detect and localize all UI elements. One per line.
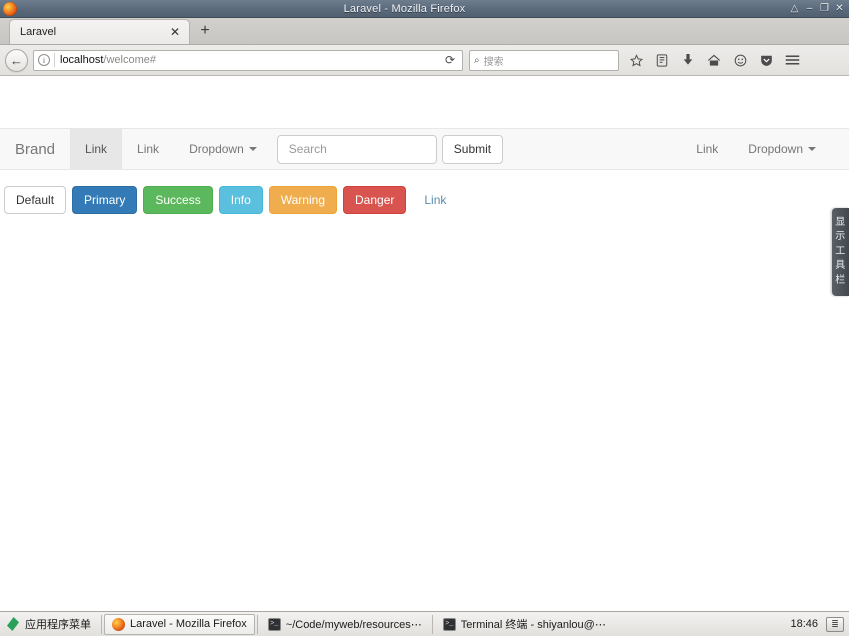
window-shade-button[interactable]: △ <box>788 2 801 16</box>
taskbar-divider <box>256 614 258 634</box>
button-primary[interactable]: Primary <box>72 186 138 214</box>
navbar-brand[interactable]: Brand <box>0 129 70 169</box>
browser-navigation-toolbar: ← i localhost/welcome# ⟳ ⌕ 搜索 <box>0 45 849 76</box>
taskbar-tray-icon[interactable]: ≣ <box>826 616 844 632</box>
download-icon[interactable] <box>675 48 701 72</box>
desktop-taskbar: 应用程序菜单 Laravel - Mozilla Firefox >_ ~/Co… <box>0 611 849 636</box>
button-danger[interactable]: Danger <box>343 186 407 214</box>
window-minimize-button[interactable]: – <box>803 2 816 16</box>
page-viewport: Brand Link Link Dropdown Submit Link <box>0 76 849 611</box>
navbar-item-label: Link <box>85 142 108 156</box>
show-toolbar-handle[interactable]: 显 示 工 具 栏 <box>832 208 849 296</box>
browser-tabstrip: Laravel ✕ + <box>0 18 849 45</box>
bootstrap-navbar: Brand Link Link Dropdown Submit Link <box>0 128 849 170</box>
button-success[interactable]: Success <box>143 186 213 214</box>
taskbar-clock[interactable]: 18:46 <box>782 618 826 630</box>
show-toolbar-char: 具 <box>835 260 846 272</box>
navbar-item-label: Dropdown <box>189 142 244 156</box>
window-titlebar: Laravel - Mozilla Firefox △ – ❐ ✕ <box>0 0 849 18</box>
chevron-down-icon <box>808 147 816 151</box>
show-toolbar-char: 栏 <box>835 274 846 286</box>
address-bar-host: localhost <box>60 54 104 66</box>
pocket-save-icon[interactable] <box>753 48 779 72</box>
taskbar-divider <box>101 614 102 634</box>
bootstrap-button-row: Default Primary Success Info Warning Dan… <box>0 186 849 214</box>
show-toolbar-char: 示 <box>835 231 846 243</box>
taskbar-window-label: Terminal 终端 - shiyanlou@⋯ <box>460 619 606 631</box>
browser-search-bar[interactable]: ⌕ 搜索 <box>469 49 619 71</box>
menu-hamburger-icon[interactable] <box>779 48 805 72</box>
reload-icon[interactable]: ⟳ <box>440 53 460 67</box>
address-bar-url: localhost/welcome# <box>60 54 440 66</box>
browser-toolbar-icons <box>623 48 805 72</box>
taskbar-window-firefox[interactable]: Laravel - Mozilla Firefox <box>104 613 255 635</box>
navbar-right-item-dropdown[interactable]: Dropdown <box>733 129 831 169</box>
button-link[interactable]: Link <box>412 186 458 214</box>
window-maximize-button[interactable]: ❐ <box>818 2 831 16</box>
window-title: Laravel - Mozilla Firefox <box>343 2 466 15</box>
search-icon: ⌕ <box>474 54 480 66</box>
taskbar-window-label: Laravel - Mozilla Firefox <box>130 618 247 630</box>
close-icon[interactable]: ✕ <box>167 26 183 38</box>
search-input[interactable] <box>276 134 437 164</box>
window-close-button[interactable]: ✕ <box>833 2 846 16</box>
address-bar[interactable]: i localhost/welcome# ⟳ <box>33 49 463 71</box>
navbar-item-label: Link <box>696 142 719 156</box>
browser-search-placeholder: 搜索 <box>483 56 504 68</box>
site-identity-icon[interactable]: i <box>38 54 50 66</box>
show-toolbar-char: 工 <box>835 245 846 257</box>
navbar-right-group: Link Dropdown <box>681 129 849 169</box>
firefox-icon <box>3 1 17 16</box>
window-controls: △ – ❐ ✕ <box>788 2 849 16</box>
taskbar-divider <box>431 614 433 634</box>
button-default[interactable]: Default <box>4 186 67 214</box>
back-arrow-icon[interactable]: ← <box>5 48 28 72</box>
navbar-right-item-link[interactable]: Link <box>681 129 733 169</box>
new-tab-button[interactable]: + <box>193 19 217 43</box>
navbar-item-link-active[interactable]: Link <box>70 129 123 169</box>
home-icon[interactable] <box>701 48 727 72</box>
taskbar-window-editor[interactable]: >_ ~/Code/myweb/resources⋯ <box>260 614 430 635</box>
browser-tab-label: Laravel <box>20 26 57 38</box>
applications-menu-button[interactable]: 应用程序菜单 <box>2 614 99 635</box>
chevron-down-icon <box>248 147 257 151</box>
navbar-item-dropdown[interactable]: Dropdown <box>174 129 272 169</box>
address-bar-path: /welcome# <box>103 54 156 66</box>
show-toolbar-char: 显 <box>835 216 846 228</box>
navbar-item-label: Link <box>137 142 160 156</box>
firefox-icon <box>112 617 125 631</box>
sync-account-icon[interactable] <box>727 48 753 72</box>
browser-tab[interactable]: Laravel ✕ <box>9 19 190 44</box>
navbar-search-form: Submit <box>272 129 504 169</box>
address-bar-divider <box>54 53 55 67</box>
taskbar-window-label: ~/Code/myweb/resources⋯ <box>285 618 422 631</box>
xfce-mouse-icon <box>7 617 19 631</box>
terminal-icon: >_ <box>442 617 456 631</box>
library-icon[interactable] <box>649 48 675 72</box>
applications-menu-label: 应用程序菜单 <box>25 619 91 631</box>
button-info[interactable]: Info <box>218 186 263 214</box>
submit-button[interactable]: Submit <box>441 134 504 164</box>
desktop-screen: Laravel - Mozilla Firefox △ – ❐ ✕ Larave… <box>0 0 849 636</box>
taskbar-window-terminal[interactable]: >_ Terminal 终端 - shiyanlou@⋯ <box>435 614 614 635</box>
button-warning[interactable]: Warning <box>268 186 337 214</box>
bookmark-star-icon[interactable] <box>623 48 649 72</box>
terminal-icon: >_ <box>267 617 281 631</box>
navbar-item-link[interactable]: Link <box>122 129 174 169</box>
navbar-item-label: Dropdown <box>748 142 803 156</box>
